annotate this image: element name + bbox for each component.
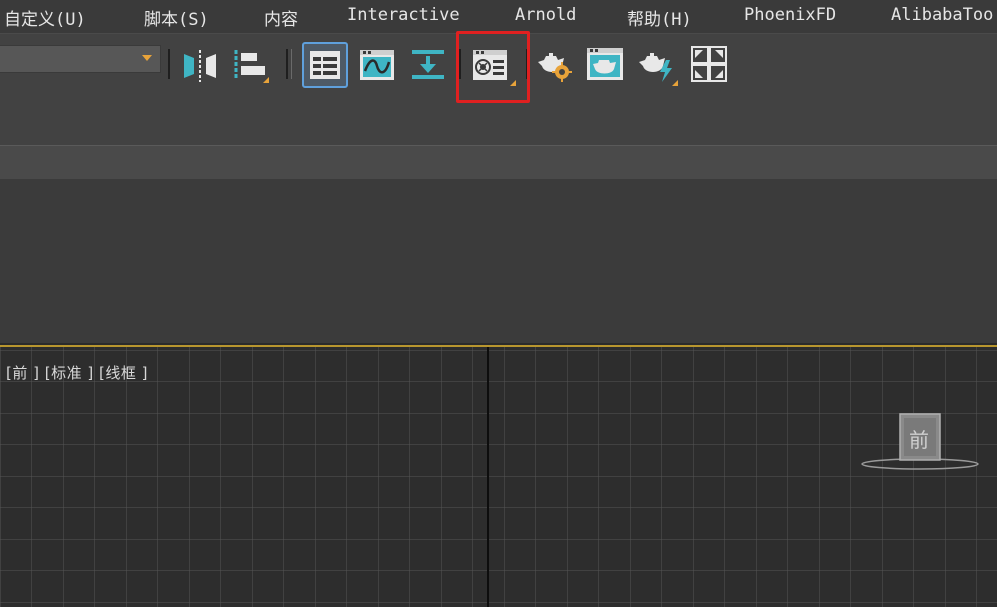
flyout-indicator-icon	[263, 77, 269, 83]
curve-editor-button[interactable]	[357, 44, 397, 84]
render-region-icon	[691, 46, 727, 82]
highlight-annotation	[456, 31, 530, 103]
teapot-gear-icon	[538, 53, 572, 82]
ribbon-strip	[0, 145, 997, 180]
rendered-frame-window-button[interactable]	[585, 44, 625, 84]
viewcube-label: 前	[909, 428, 929, 452]
viewport-grid	[0, 347, 997, 607]
viewport-label[interactable]: [前 ] [标准 ] [线框 ]	[6, 362, 148, 383]
mirror-icon	[184, 50, 216, 82]
toolbar-separator	[168, 49, 170, 79]
menu-bar: 自定义(U) 脚本(S) 内容 Interactive Arnold 帮助(H)…	[0, 0, 997, 33]
schematic-view-icon	[412, 50, 444, 79]
dropdown-arrow-icon	[142, 55, 152, 61]
flyout-indicator-icon	[672, 80, 678, 86]
viewcube[interactable]: 前	[858, 411, 984, 471]
menu-arnold[interactable]: Arnold	[515, 5, 576, 25]
align-button[interactable]	[230, 44, 270, 84]
scene-explorer-button[interactable]	[302, 42, 348, 88]
rendered-frame-window-icon	[587, 48, 623, 80]
selection-set-dropdown[interactable]	[0, 45, 161, 73]
teapot-lightning-icon	[639, 53, 672, 82]
render-region-button[interactable]	[689, 44, 729, 84]
mirror-button[interactable]	[180, 44, 220, 84]
render-iterative-button[interactable]	[636, 44, 678, 86]
menu-interactive[interactable]: Interactive	[347, 5, 460, 25]
toolbar-separator	[286, 49, 288, 79]
menu-customize[interactable]: 自定义(U)	[4, 5, 86, 30]
menu-scripting[interactable]: 脚本(S)	[144, 5, 209, 30]
scene-explorer-icon	[310, 51, 340, 79]
render-production-button[interactable]	[534, 44, 574, 84]
menu-alibabatools[interactable]: AlibabaToo	[891, 5, 993, 25]
menu-help[interactable]: 帮助(H)	[627, 5, 692, 30]
menu-content[interactable]: 内容	[264, 5, 298, 30]
curve-editor-icon	[360, 50, 394, 80]
schematic-view-button[interactable]	[408, 44, 448, 84]
menu-phoenixfd[interactable]: PhoenixFD	[744, 5, 836, 25]
command-area	[0, 179, 997, 343]
front-viewport[interactable]: [前 ] [标准 ] [线框 ] 前	[0, 345, 997, 607]
toolbar-separator	[291, 49, 292, 79]
